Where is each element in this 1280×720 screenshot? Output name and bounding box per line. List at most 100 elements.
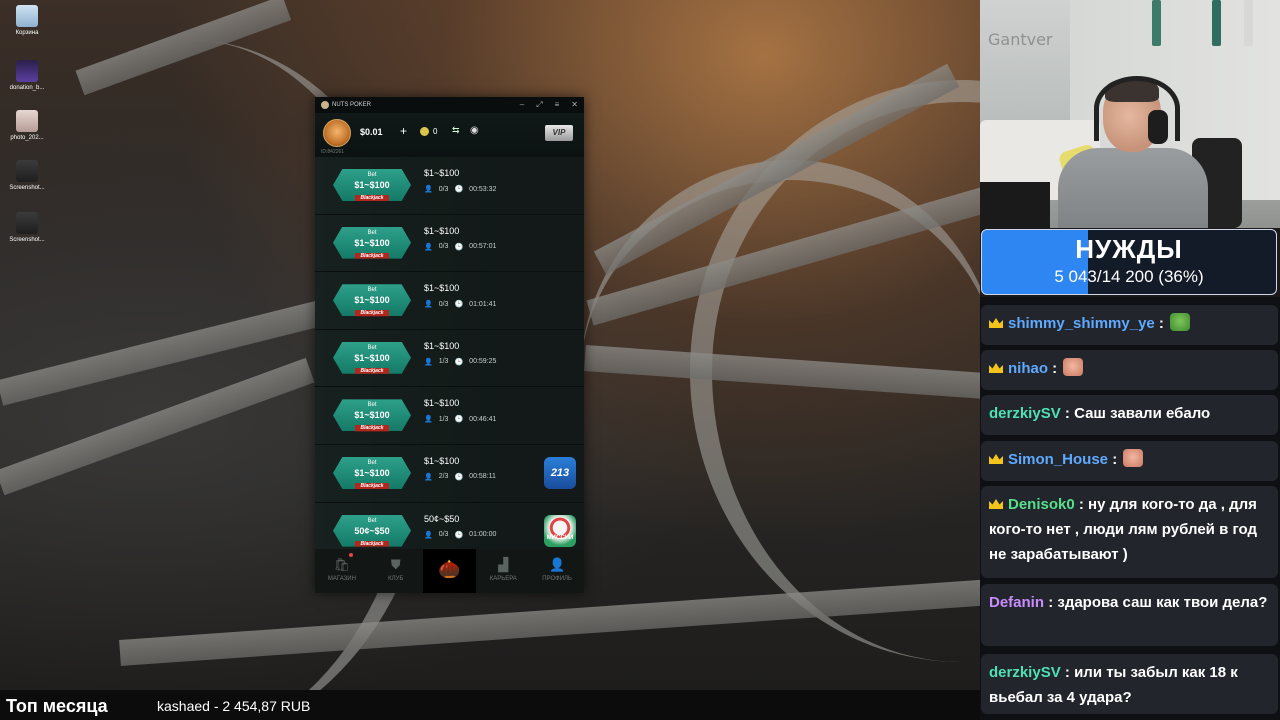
chat-username[interactable]: Defanin: [989, 594, 1044, 611]
table-stakes: $1~$100: [424, 225, 460, 236]
club-icon: ⛊: [390, 557, 401, 572]
bet-label: Bet: [367, 344, 377, 351]
face-emote-icon: [1063, 358, 1084, 376]
crown-icon: [989, 318, 1003, 328]
table-players: 0/3: [438, 185, 449, 193]
chat-text: здарова саш как твои дела?: [1057, 594, 1268, 611]
table-stakes: $1~$100: [424, 283, 460, 294]
minimize-icon[interactable]: –: [520, 100, 524, 110]
nav-shop[interactable]: 🛍 МАГАЗИН: [315, 549, 369, 593]
image-icon: [16, 160, 38, 182]
chat-message: Defanin : здарова саш как твои дела?: [981, 584, 1278, 646]
bet-button[interactable]: Bet $1~$100 Blackjack: [333, 226, 411, 259]
nav-label: ПРОФИЛЬ: [542, 576, 572, 582]
table-players: 1/3: [438, 415, 449, 423]
player-icon: 👤: [424, 243, 433, 251]
restore-icon[interactable]: ⤢: [536, 100, 542, 110]
table-stakes: $1~$100: [424, 340, 460, 351]
app-logo-icon: [321, 101, 329, 109]
chat-username[interactable]: derzkiySV: [989, 405, 1061, 422]
nav-label: КАРЬЕРА: [489, 576, 517, 582]
table-row[interactable]: Bet $1~$100 Blackjack $1~$100 👤 0/3 🕒 01…: [315, 272, 584, 330]
eye-icon[interactable]: ◉: [470, 125, 479, 136]
game-tag: Blackjack: [355, 482, 389, 489]
coin-balance: 0: [433, 127, 438, 136]
webcam-feed: Gantver: [980, 0, 1280, 228]
chat-username[interactable]: shimmy_shimmy_ye: [1008, 315, 1155, 332]
player-icon: 👤: [424, 186, 433, 193]
chat-username[interactable]: Denisok0: [1008, 496, 1075, 513]
streamer: [1058, 76, 1208, 228]
poker-window: NUTS POKER – ⤢ ≡ ✕ $0.01 + 0 ⇆ ◉ VIP ID:…: [315, 97, 584, 593]
vip-button[interactable]: VIP: [545, 125, 573, 141]
nav-home[interactable]: 🌰: [422, 549, 477, 593]
table-players: 1/3: [438, 358, 449, 366]
table-time: 01:01:41: [469, 300, 497, 308]
notification-dot: [349, 553, 353, 557]
table-time: 01:00:00: [469, 531, 497, 539]
bet-button[interactable]: Bet $1~$100 Blackjack: [333, 399, 411, 432]
table-time: 00:59:25: [469, 358, 497, 366]
desktop-icon-screenshot[interactable]: Screenshot...: [4, 212, 50, 243]
account-header: $0.01 + 0 ⇆ ◉ VIP ID:842261: [315, 113, 584, 157]
close-icon[interactable]: ✕: [571, 100, 578, 110]
bet-label: Bet: [367, 229, 377, 236]
bet-button[interactable]: Bet 50¢~$50 Blackjack: [333, 514, 411, 547]
bet-button[interactable]: Bet $1~$100 Blackjack: [333, 456, 411, 489]
bet-button[interactable]: Bet $1~$100 Blackjack: [333, 284, 411, 317]
bet-label: Bet: [367, 402, 377, 409]
nav-label: КЛУБ: [388, 576, 404, 582]
hanging-clothes: [1152, 0, 1262, 50]
bet-button[interactable]: Bet $1~$100 Blackjack: [333, 341, 411, 374]
bet-range: $1~$100: [354, 180, 390, 190]
window-title: NUTS POKER: [332, 102, 372, 108]
desktop-icon-file[interactable]: donation_b...: [4, 60, 50, 91]
chat-separator: :: [1064, 405, 1070, 422]
clock-icon: 🕒: [454, 301, 464, 309]
clock-icon: 🕒: [454, 243, 464, 251]
face-emote-icon: [1123, 449, 1144, 467]
coin-icon: [420, 127, 429, 136]
table-row[interactable]: Bet $1~$100 Blackjack $1~$100 👤 0/3 🕒 00…: [315, 157, 584, 215]
bet-range: $1~$100: [354, 295, 390, 306]
missions-badge[interactable]: МИССИИ: [544, 514, 576, 547]
nav-label: МАГАЗИН: [327, 576, 356, 582]
nav-club[interactable]: ⛊ КЛУБ: [369, 549, 423, 593]
desktop-icon-photo[interactable]: photo_202...: [4, 110, 50, 141]
table-row[interactable]: Bet $1~$100 Blackjack $1~$100 👤 2/3 🕒 00…: [315, 444, 584, 503]
wall-text: Gantver: [988, 30, 1053, 49]
file-icon: [16, 60, 38, 82]
table-row[interactable]: Bet $1~$100 Blackjack $1~$100 👤 1/3 🕒 00…: [315, 387, 584, 445]
exchange-icon[interactable]: ⇆: [452, 125, 460, 136]
game-tag: Blackjack: [355, 252, 389, 259]
window-titlebar[interactable]: NUTS POKER – ⤢ ≡ ✕: [315, 97, 584, 113]
game-tag: Blackjack: [355, 540, 389, 547]
desktop-icon-screenshot[interactable]: Screenshot...: [4, 160, 50, 191]
table-players: 2/3: [438, 473, 449, 481]
bet-label: Bet: [367, 517, 377, 524]
table-stakes: $1~$100: [424, 168, 460, 178]
nav-profile[interactable]: 👤 ПРОФИЛЬ: [530, 549, 584, 593]
nav-career[interactable]: ▟ КАРЬЕРА: [476, 549, 530, 593]
bet-label: Bet: [367, 459, 377, 466]
game-tag: Blackjack: [355, 195, 389, 201]
menu-icon[interactable]: ≡: [555, 100, 560, 110]
bet-button[interactable]: Bet $1~$100 Blackjack: [333, 169, 411, 201]
table-stakes: $1~$100: [424, 455, 460, 466]
badge-213-icon[interactable]: 213: [544, 456, 576, 489]
crown-icon: [989, 499, 1003, 509]
chat-text: Саш завали ебало: [1074, 405, 1211, 422]
table-row[interactable]: Bet $1~$100 Blackjack $1~$100 👤 0/3 🕒 00…: [315, 214, 584, 273]
chat-username[interactable]: derzkiySV: [989, 664, 1061, 681]
desktop-icon-trash[interactable]: Корзина: [4, 5, 50, 36]
chat-username[interactable]: nihao: [1008, 360, 1048, 377]
crown-icon: [989, 363, 1003, 373]
table-time: 00:58:11: [469, 473, 496, 481]
acorn-icon: 🌰: [438, 559, 461, 579]
clock-icon: 🕒: [454, 186, 464, 193]
chat-username[interactable]: Simon_House: [1008, 451, 1108, 468]
table-row[interactable]: Bet $1~$100 Blackjack $1~$100 👤 1/3 🕒 00…: [315, 329, 584, 388]
avatar[interactable]: [323, 119, 351, 147]
player-id: ID:842261: [321, 149, 345, 155]
add-funds-button[interactable]: +: [400, 124, 407, 138]
